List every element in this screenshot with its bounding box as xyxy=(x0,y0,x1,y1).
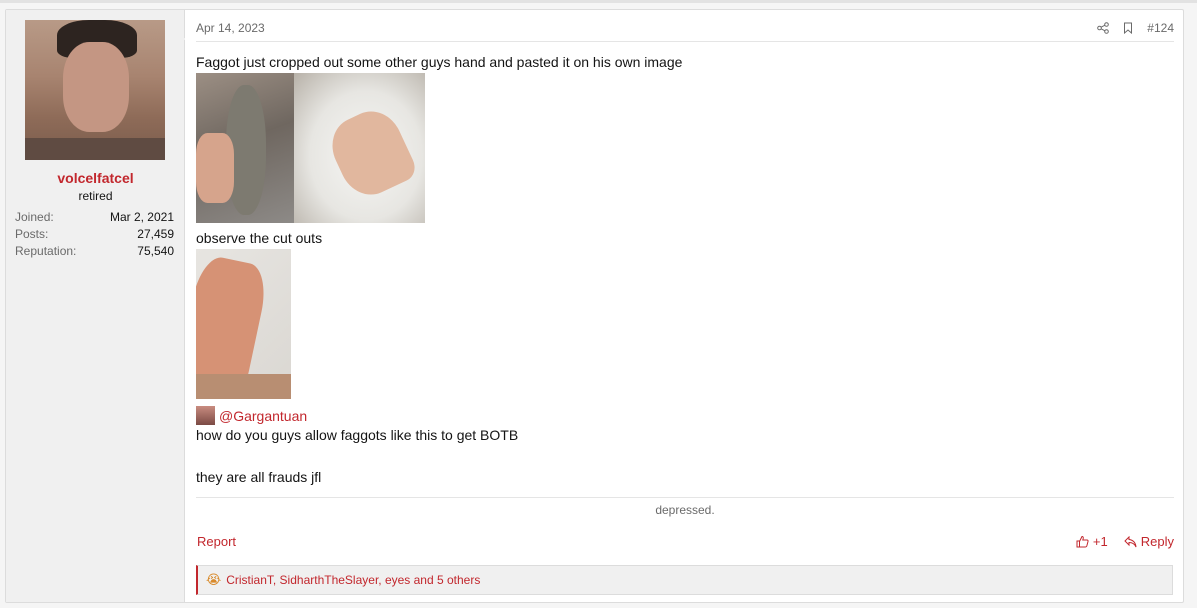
post-text-line: observe the cut outs xyxy=(196,230,323,246)
mention-avatar xyxy=(196,406,215,425)
post-number[interactable]: #124 xyxy=(1147,21,1174,35)
user-mention[interactable]: @Gargantuan xyxy=(196,406,307,425)
post-pointer xyxy=(184,32,191,46)
reply-icon xyxy=(1124,535,1137,548)
stat-joined: Joined: Mar 2, 2021 xyxy=(15,209,174,226)
stat-label: Posts: xyxy=(15,227,49,241)
thumbs-up-icon xyxy=(1076,535,1089,548)
user-avatar[interactable] xyxy=(25,20,165,160)
attached-image-cutout[interactable] xyxy=(196,249,291,399)
top-strip xyxy=(0,0,1197,3)
username-link[interactable]: volcelfatcel xyxy=(6,170,185,186)
post-footer-actions: +1 Reply xyxy=(1076,534,1174,549)
post-text-line: Faggot just cropped out some other guys … xyxy=(196,54,683,70)
bookmark-icon[interactable] xyxy=(1123,22,1133,34)
stat-posts: Posts: 27,459 xyxy=(15,226,174,243)
stat-label: Reputation: xyxy=(15,244,77,258)
stat-value: 75,540 xyxy=(137,244,174,258)
attached-image-fish-sink[interactable] xyxy=(196,73,425,223)
header-divider xyxy=(196,41,1174,42)
crying-emoji-icon: 😭 xyxy=(206,572,222,588)
stat-reputation: Reputation: 75,540 xyxy=(15,243,174,260)
stat-label: Joined: xyxy=(15,210,54,224)
forum-post: volcelfatcel retired Joined: Mar 2, 2021… xyxy=(5,9,1184,603)
like-count: +1 xyxy=(1092,534,1108,549)
report-link[interactable]: Report xyxy=(197,534,236,549)
user-signature: depressed. xyxy=(655,503,715,517)
like-button[interactable]: +1 xyxy=(1076,534,1108,549)
post-date[interactable]: Apr 14, 2023 xyxy=(196,21,265,35)
reply-button[interactable]: Reply xyxy=(1124,534,1174,549)
mention-link[interactable]: @Gargantuan xyxy=(219,408,307,424)
user-sidebar: volcelfatcel retired Joined: Mar 2, 2021… xyxy=(6,10,185,602)
post-main: Apr 14, 2023 #124 Faggot just cropped ou… xyxy=(196,10,1174,602)
user-title: retired xyxy=(78,189,113,203)
share-icon[interactable] xyxy=(1097,22,1110,34)
post-text-line: they are all frauds jfl xyxy=(196,469,322,485)
reply-label: Reply xyxy=(1140,534,1174,549)
signature-divider xyxy=(196,497,1174,498)
post-header-actions: #124 xyxy=(1097,21,1174,35)
reactions-bar[interactable]: 😭 CristianT, SidharthTheSlayer, eyes and… xyxy=(196,565,1173,595)
user-stats: Joined: Mar 2, 2021 Posts: 27,459 Reputa… xyxy=(15,209,174,260)
post-text-line: how do you guys allow faggots like this … xyxy=(196,427,519,443)
stat-value: 27,459 xyxy=(137,227,174,241)
stat-value: Mar 2, 2021 xyxy=(109,210,174,224)
reactions-summary[interactable]: CristianT, SidharthTheSlayer, eyes and 5… xyxy=(226,573,480,587)
